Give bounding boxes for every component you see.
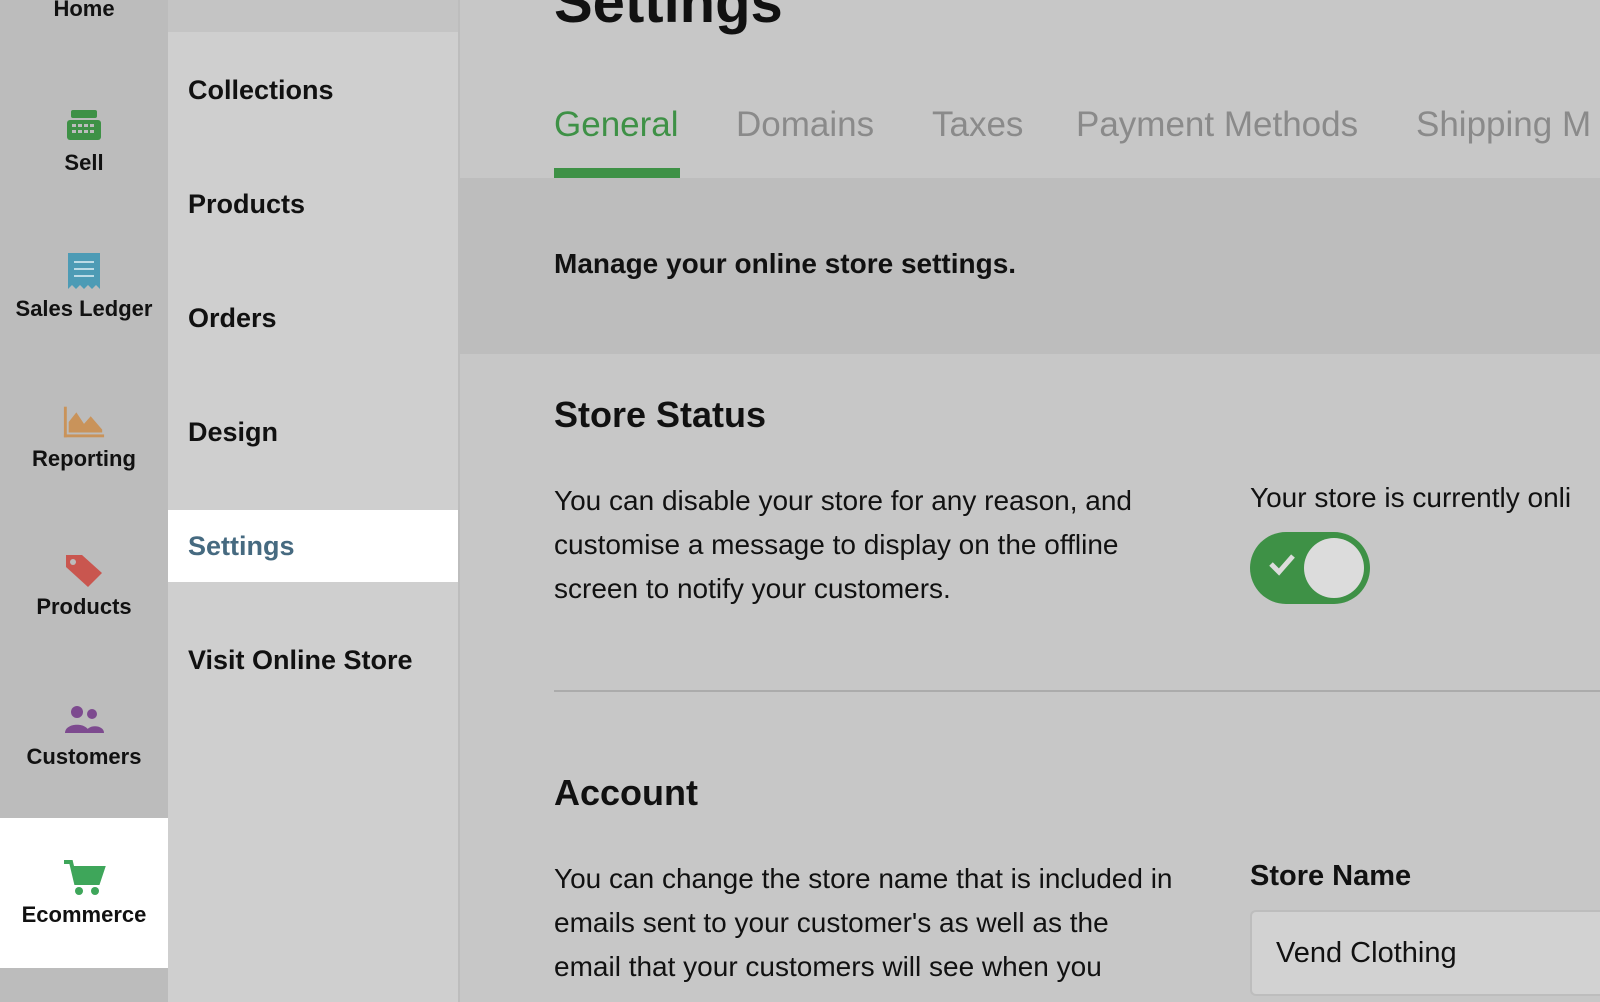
tab-taxes[interactable]: Taxes (932, 100, 1023, 178)
toggle-knob (1304, 538, 1364, 598)
rail-item-ecommerce[interactable]: Ecommerce (0, 818, 168, 968)
tab-shipping-methods[interactable]: Shipping M (1416, 100, 1591, 178)
main-content: Settings General Domains Taxes Payment M… (460, 0, 1600, 1002)
intro-text: Manage your online store settings. (554, 248, 1017, 279)
subnav-item-orders[interactable]: Orders (168, 282, 458, 354)
rail-item-label: Products (36, 594, 132, 619)
rail-item-label: Sales Ledger (15, 296, 153, 321)
subnav-item-settings[interactable]: Settings (168, 510, 458, 582)
account-title: Account (554, 772, 698, 813)
subnav-item-design[interactable]: Design (168, 396, 458, 468)
subnav-item-visit-online-store[interactable]: Visit Online Store (168, 624, 458, 696)
subnav-header (168, 0, 458, 32)
tab-payment-methods[interactable]: Payment Methods (1076, 100, 1358, 178)
check-icon (1269, 554, 1295, 576)
ecommerce-subnav: Collections Products Orders Design Setti… (168, 32, 458, 1002)
rail-item-sell[interactable]: Sell (0, 106, 168, 186)
main-nav-rail: Home Sell Sales Ledger Reporting Product… (0, 0, 168, 1002)
rail-item-label: Reporting (32, 446, 136, 471)
rail-item-sales-ledger[interactable]: Sales Ledger (0, 252, 168, 332)
rail-item-customers[interactable]: Customers (0, 700, 168, 780)
people-icon (62, 700, 106, 740)
store-name-label: Store Name (1250, 860, 1412, 892)
rail-item-products[interactable]: Products (0, 550, 168, 630)
rail-item-home[interactable]: Home (0, 0, 168, 32)
intro-banner: Manage your online store settings. (460, 178, 1600, 354)
store-status-title: Store Status (554, 394, 767, 435)
subnav-item-collections[interactable]: Collections (168, 54, 458, 126)
chart-icon (62, 402, 106, 442)
section-divider (554, 690, 1600, 692)
tab-general[interactable]: General (554, 100, 680, 178)
tag-icon (62, 550, 106, 590)
register-icon (62, 106, 106, 146)
receipt-icon (62, 252, 106, 292)
store-status-text: Your store is currently onli (1250, 482, 1572, 513)
page-title: Settings (554, 0, 783, 35)
subnav-item-products[interactable]: Products (168, 168, 458, 240)
rail-item-label: Home (53, 0, 115, 21)
store-status-description: You can disable your store for any reaso… (554, 485, 1133, 604)
rail-item-label: Customers (26, 744, 142, 769)
rail-item-label: Ecommerce (21, 902, 147, 927)
tab-domains[interactable]: Domains (736, 100, 874, 178)
cart-icon (62, 858, 106, 898)
store-name-input[interactable] (1250, 910, 1600, 996)
rail-item-reporting[interactable]: Reporting (0, 402, 168, 482)
store-online-toggle[interactable] (1250, 532, 1370, 604)
account-description: You can change the store name that is in… (554, 863, 1173, 982)
rail-item-label: Sell (64, 150, 104, 175)
